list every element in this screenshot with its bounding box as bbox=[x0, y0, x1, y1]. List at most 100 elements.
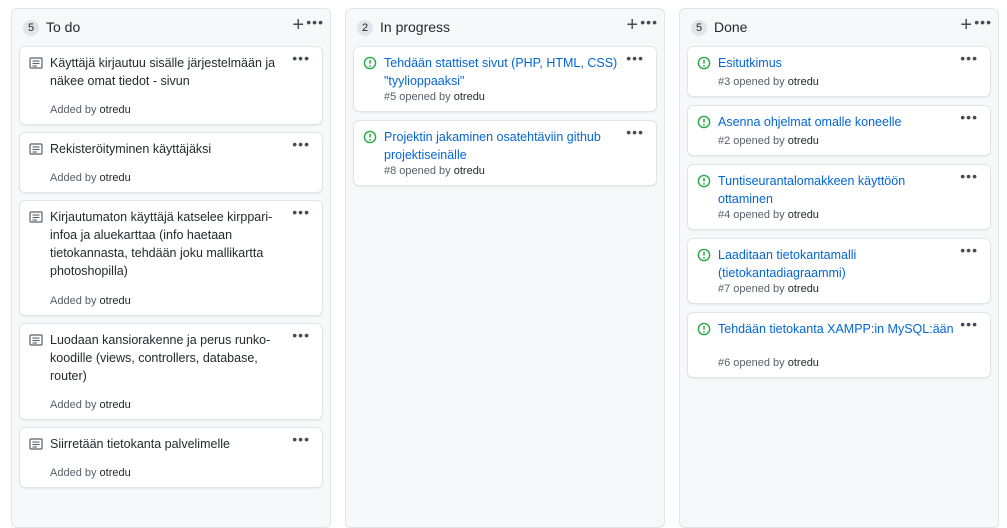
issue-number-label: #6 opened by bbox=[718, 357, 785, 369]
note-icon bbox=[29, 334, 43, 346]
issue-title-link[interactable]: Tehdään stattiset sivut (PHP, HTML, CSS)… bbox=[384, 54, 626, 90]
card-menu-kebab-icon[interactable]: ••• bbox=[292, 327, 310, 343]
issue-number-label: #2 opened by bbox=[718, 135, 785, 147]
card-menu-kebab-icon[interactable]: ••• bbox=[292, 50, 310, 66]
card-menu-kebab-icon[interactable]: ••• bbox=[292, 431, 310, 447]
card-menu-kebab-icon[interactable]: ••• bbox=[292, 204, 310, 220]
column-title: Done bbox=[714, 19, 748, 35]
card-meta: #7 opened by otredu bbox=[718, 283, 819, 295]
column-menu-kebab-icon[interactable]: ••• bbox=[974, 15, 992, 29]
column-header: 5 Done + ••• bbox=[680, 9, 998, 45]
card-meta: #8 opened by otredu bbox=[384, 165, 485, 177]
add-card-plus-icon[interactable]: + bbox=[960, 15, 972, 35]
author-link[interactable]: otredu bbox=[100, 172, 131, 184]
card-note[interactable]: Rekisteröityminen käyttäjäksi Added by o… bbox=[19, 132, 323, 193]
issue-number-label: #7 opened by bbox=[718, 283, 785, 295]
issue-opened-icon bbox=[363, 130, 377, 144]
column-card-count: 2 bbox=[357, 20, 373, 36]
card-menu-kebab-icon[interactable]: ••• bbox=[960, 50, 978, 66]
card-note[interactable]: Käyttäjä kirjautuu sisälle järjestelmään… bbox=[19, 46, 323, 125]
author-link[interactable]: otredu bbox=[100, 399, 131, 411]
issue-number-label: #3 opened by bbox=[718, 76, 785, 88]
card-meta: Added by otredu bbox=[50, 295, 131, 307]
card-menu-kebab-icon[interactable]: ••• bbox=[960, 109, 978, 125]
column-card-count: 5 bbox=[23, 20, 39, 36]
column-done: 5 Done + ••• Esitutkimus #3 opened by ot… bbox=[679, 8, 999, 528]
card-menu-kebab-icon[interactable]: ••• bbox=[292, 136, 310, 152]
card-meta: Added by otredu bbox=[50, 467, 131, 479]
card-menu-kebab-icon[interactable]: ••• bbox=[626, 50, 644, 66]
card-menu-kebab-icon[interactable]: ••• bbox=[960, 316, 978, 332]
card-note[interactable]: Kirjautumaton käyttäjä katselee kirppari… bbox=[19, 200, 323, 316]
column-header: 2 In progress + ••• bbox=[346, 9, 664, 45]
issue-title-link[interactable]: Esitutkimus bbox=[718, 54, 960, 72]
card-meta: Added by otredu bbox=[50, 172, 131, 184]
column-title: In progress bbox=[380, 19, 451, 35]
card-issue[interactable]: Asenna ohjelmat omalle koneelle #2 opene… bbox=[687, 105, 991, 156]
card-title: Luodaan kansiorakenne ja perus runko-koo… bbox=[50, 333, 271, 383]
card-note[interactable]: Luodaan kansiorakenne ja perus runko-koo… bbox=[19, 323, 323, 420]
card-issue[interactable]: Tuntiseurantalomakkeen käyttöön ottamine… bbox=[687, 164, 991, 230]
author-link[interactable]: otredu bbox=[100, 295, 131, 307]
author-link[interactable]: otredu bbox=[454, 165, 485, 177]
card-issue[interactable]: Esitutkimus #3 opened by otredu ••• bbox=[687, 46, 991, 97]
issue-opened-icon bbox=[697, 322, 711, 336]
card-menu-kebab-icon[interactable]: ••• bbox=[960, 168, 978, 184]
added-by-label: Added by bbox=[50, 295, 97, 307]
card-issue[interactable]: Tehdään stattiset sivut (PHP, HTML, CSS)… bbox=[353, 46, 657, 112]
column-menu-kebab-icon[interactable]: ••• bbox=[640, 15, 658, 29]
added-by-label: Added by bbox=[50, 467, 97, 479]
card-note[interactable]: Siirretään tietokanta palvelimelle Added… bbox=[19, 427, 323, 488]
card-issue[interactable]: Projektin jakaminen osatehtäviin github … bbox=[353, 120, 657, 186]
card-menu-kebab-icon[interactable]: ••• bbox=[626, 124, 644, 140]
card-title: Siirretään tietokanta palvelimelle bbox=[50, 437, 230, 451]
card-meta: #4 opened by otredu bbox=[718, 209, 819, 221]
issue-opened-icon bbox=[697, 56, 711, 70]
issue-number-label: #4 opened by bbox=[718, 209, 785, 221]
issue-number-label: #5 opened by bbox=[384, 91, 451, 103]
card-issue[interactable]: Tehdään tietokanta XAMPP:in MySQL:ään #6… bbox=[687, 312, 991, 378]
card-title: Kirjautumaton käyttäjä katselee kirppari… bbox=[50, 210, 273, 278]
add-card-plus-icon[interactable]: + bbox=[626, 15, 638, 35]
issue-title-link[interactable]: Tehdään tietokanta XAMPP:in MySQL:ään bbox=[718, 320, 960, 338]
card-meta: Added by otredu bbox=[50, 104, 131, 116]
add-card-plus-icon[interactable]: + bbox=[292, 15, 304, 35]
card-meta: #3 opened by otredu bbox=[718, 76, 819, 88]
issue-opened-icon bbox=[363, 56, 377, 70]
card-issue[interactable]: Laaditaan tietokantamalli (tietokantadia… bbox=[687, 238, 991, 304]
author-link[interactable]: otredu bbox=[788, 135, 819, 147]
added-by-label: Added by bbox=[50, 399, 97, 411]
author-link[interactable]: otredu bbox=[100, 467, 131, 479]
note-icon bbox=[29, 57, 43, 69]
column-title: To do bbox=[46, 19, 81, 35]
issue-title-link[interactable]: Asenna ohjelmat omalle koneelle bbox=[718, 113, 960, 131]
issue-number-label: #8 opened by bbox=[384, 165, 451, 177]
issue-title-link[interactable]: Tuntiseurantalomakkeen käyttöön ottamine… bbox=[718, 172, 960, 208]
card-meta: #2 opened by otredu bbox=[718, 135, 819, 147]
column-todo: 5 To do + ••• Käyttäjä kirjautuu sisälle… bbox=[11, 8, 331, 528]
added-by-label: Added by bbox=[50, 172, 97, 184]
issue-title-link[interactable]: Laaditaan tietokantamalli (tietokantadia… bbox=[718, 246, 960, 282]
note-icon bbox=[29, 438, 43, 450]
author-link[interactable]: otredu bbox=[788, 357, 819, 369]
author-link[interactable]: otredu bbox=[788, 209, 819, 221]
issue-opened-icon bbox=[697, 248, 711, 262]
author-link[interactable]: otredu bbox=[788, 76, 819, 88]
column-in-progress: 2 In progress + ••• Tehdään stattiset si… bbox=[345, 8, 665, 528]
author-link[interactable]: otredu bbox=[454, 91, 485, 103]
card-menu-kebab-icon[interactable]: ••• bbox=[960, 242, 978, 258]
note-icon bbox=[29, 211, 43, 223]
added-by-label: Added by bbox=[50, 104, 97, 116]
card-meta: Added by otredu bbox=[50, 399, 131, 411]
issue-opened-icon bbox=[697, 174, 711, 188]
card-title: Käyttäjä kirjautuu sisälle järjestelmään… bbox=[50, 56, 276, 88]
column-card-count: 5 bbox=[691, 20, 707, 36]
issue-opened-icon bbox=[697, 115, 711, 129]
card-title: Rekisteröityminen käyttäjäksi bbox=[50, 142, 212, 156]
issue-title-link[interactable]: Projektin jakaminen osatehtäviin github … bbox=[384, 128, 626, 164]
author-link[interactable]: otredu bbox=[788, 283, 819, 295]
column-menu-kebab-icon[interactable]: ••• bbox=[306, 15, 324, 29]
card-meta: #6 opened by otredu bbox=[718, 357, 819, 369]
author-link[interactable]: otredu bbox=[100, 104, 131, 116]
note-icon bbox=[29, 143, 43, 155]
